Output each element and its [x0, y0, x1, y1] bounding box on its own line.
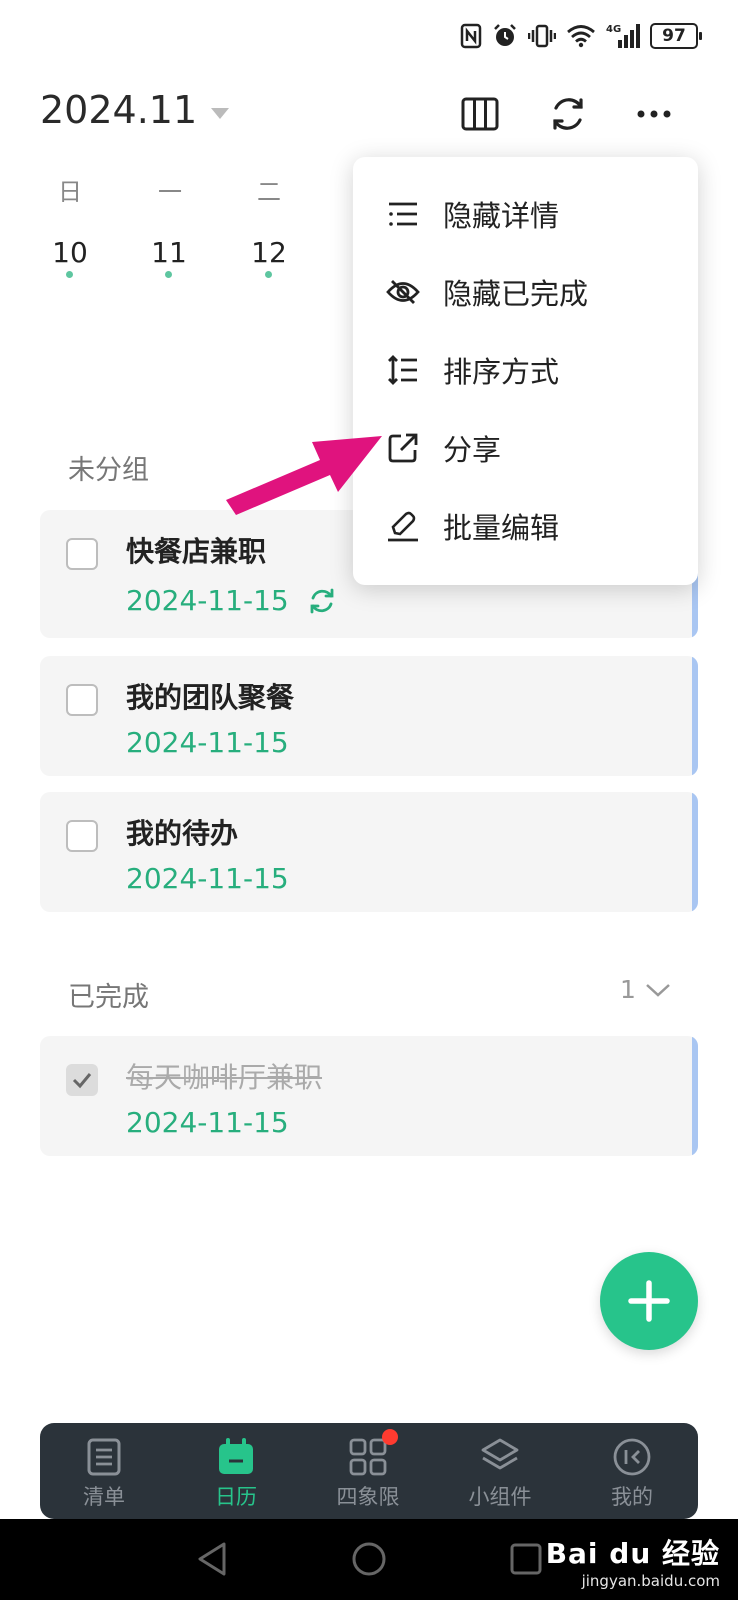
bottom-nav: 清单 日历 四象限 小组件 我的 — [40, 1423, 698, 1519]
nav-label: 日历 — [215, 1485, 257, 1509]
sync-icon — [553, 98, 583, 130]
task-card[interactable]: 我的待办 2024-11-15 — [40, 792, 698, 912]
nav-tab-widgets[interactable]: 小组件 — [445, 1423, 555, 1519]
task-title: 我的待办 — [126, 817, 239, 850]
task-title: 快餐店兼职 — [126, 535, 267, 568]
task-dot — [265, 271, 272, 278]
home-icon[interactable] — [351, 1541, 387, 1577]
sync-button[interactable] — [546, 92, 590, 136]
nav-tab-calendar[interactable]: 日历 — [181, 1423, 291, 1519]
completed-count: 1 — [620, 975, 636, 1004]
list-doc-icon — [84, 1437, 124, 1477]
notification-badge — [382, 1429, 398, 1445]
more-options-button[interactable] — [632, 92, 676, 136]
nav-label: 小组件 — [468, 1485, 532, 1509]
alarm-icon — [494, 24, 516, 46]
task-card[interactable]: 我的团队聚餐 2024-11-15 — [40, 656, 698, 776]
columns-icon — [461, 97, 499, 131]
signal-icon: 4G — [606, 24, 640, 48]
nfc-icon — [460, 23, 482, 49]
ungrouped-header: 未分组 — [68, 455, 149, 486]
network-type: 4G — [606, 24, 621, 35]
month-selector[interactable]: 2024.11 — [40, 88, 230, 132]
plus-icon — [628, 1280, 670, 1322]
month-label: 2024.11 — [40, 88, 198, 132]
weekday-label: 二 — [257, 178, 281, 206]
menu-item-label: 批量编辑 — [443, 511, 560, 545]
completed-toggle[interactable]: 1 — [620, 975, 672, 1004]
recents-icon[interactable] — [510, 1543, 542, 1575]
task-title: 每天咖啡厅兼职 — [126, 1061, 323, 1094]
nav-tab-profile[interactable]: 我的 — [577, 1423, 687, 1519]
status-bar: 4G 97 — [460, 18, 702, 54]
calendar-day[interactable]: 11 — [144, 236, 194, 269]
menu-item-label: 隐藏已完成 — [443, 277, 589, 311]
calendar-icon — [216, 1437, 256, 1477]
column-view-button[interactable] — [458, 92, 502, 136]
nav-tab-list[interactable]: 清单 — [49, 1423, 159, 1519]
weekday-label: 日 — [58, 178, 82, 206]
completed-header: 已完成 — [68, 982, 149, 1013]
task-date: 2024-11-15 — [126, 862, 289, 895]
task-checkbox-checked[interactable] — [66, 1064, 98, 1096]
wifi-icon — [567, 25, 595, 48]
task-checkbox[interactable] — [66, 820, 98, 852]
menu-item-label: 排序方式 — [443, 355, 560, 389]
checkmark-icon — [72, 1073, 92, 1089]
chevron-down-icon — [646, 983, 670, 997]
watermark-url: jingyan.baidu.com — [581, 1572, 720, 1590]
annotation-arrow-icon — [226, 436, 382, 515]
sort-icon — [385, 352, 421, 388]
nav-tab-quadrant[interactable]: 四象限 — [313, 1423, 423, 1519]
menu-item-label: 分享 — [443, 433, 502, 467]
task-dot — [165, 271, 172, 278]
battery-level: 97 — [662, 26, 686, 46]
battery-indicator: 97 — [650, 23, 702, 49]
eye-off-icon — [385, 274, 421, 310]
repeat-icon — [310, 588, 334, 613]
menu-item-share[interactable]: 分享 — [353, 409, 698, 487]
watermark-main: Bai du 经验 — [545, 1537, 720, 1570]
task-checkbox[interactable] — [66, 684, 98, 716]
nav-label: 四象限 — [336, 1485, 400, 1509]
profile-icon — [612, 1437, 652, 1477]
task-checkbox[interactable] — [66, 538, 98, 570]
task-date: 2024-11-15 — [126, 1106, 289, 1139]
task-date: 2024-11-15 — [126, 726, 289, 759]
completed-task-card[interactable]: 每天咖啡厅兼职 2024-11-15 — [40, 1036, 698, 1156]
menu-item-batch-edit[interactable]: 批量编辑 — [353, 487, 698, 565]
nav-label: 清单 — [83, 1485, 125, 1509]
menu-item-label: 隐藏详情 — [443, 199, 560, 233]
calendar-day[interactable]: 10 — [45, 236, 95, 269]
add-task-button[interactable] — [600, 1252, 698, 1350]
task-date-row: 2024-11-15 — [126, 584, 337, 617]
grid-icon — [348, 1429, 398, 1477]
vibrate-icon — [528, 24, 556, 48]
options-menu: 隐藏详情 隐藏已完成 排序方式 分享 批量编辑 — [353, 157, 698, 585]
task-title: 我的团队聚餐 — [126, 681, 295, 714]
menu-item-sort[interactable]: 排序方式 — [353, 331, 698, 409]
menu-item-hide-completed[interactable]: 隐藏已完成 — [353, 253, 698, 331]
task-date: 2024-11-15 — [126, 584, 289, 617]
layers-icon — [480, 1437, 520, 1477]
weekday-label: 一 — [158, 178, 182, 206]
menu-item-hide-details[interactable]: 隐藏详情 — [353, 175, 698, 253]
back-icon[interactable] — [196, 1541, 228, 1577]
watermark: Bai du 经验 jingyan.baidu.com — [546, 1532, 720, 1590]
list-icon — [385, 196, 421, 232]
calendar-day[interactable]: 12 — [244, 236, 294, 269]
edit-icon — [385, 508, 421, 544]
task-dot — [66, 271, 73, 278]
nav-label: 我的 — [611, 1485, 653, 1509]
share-icon — [385, 430, 421, 466]
more-icon — [637, 110, 671, 118]
dropdown-caret-icon — [211, 107, 230, 119]
